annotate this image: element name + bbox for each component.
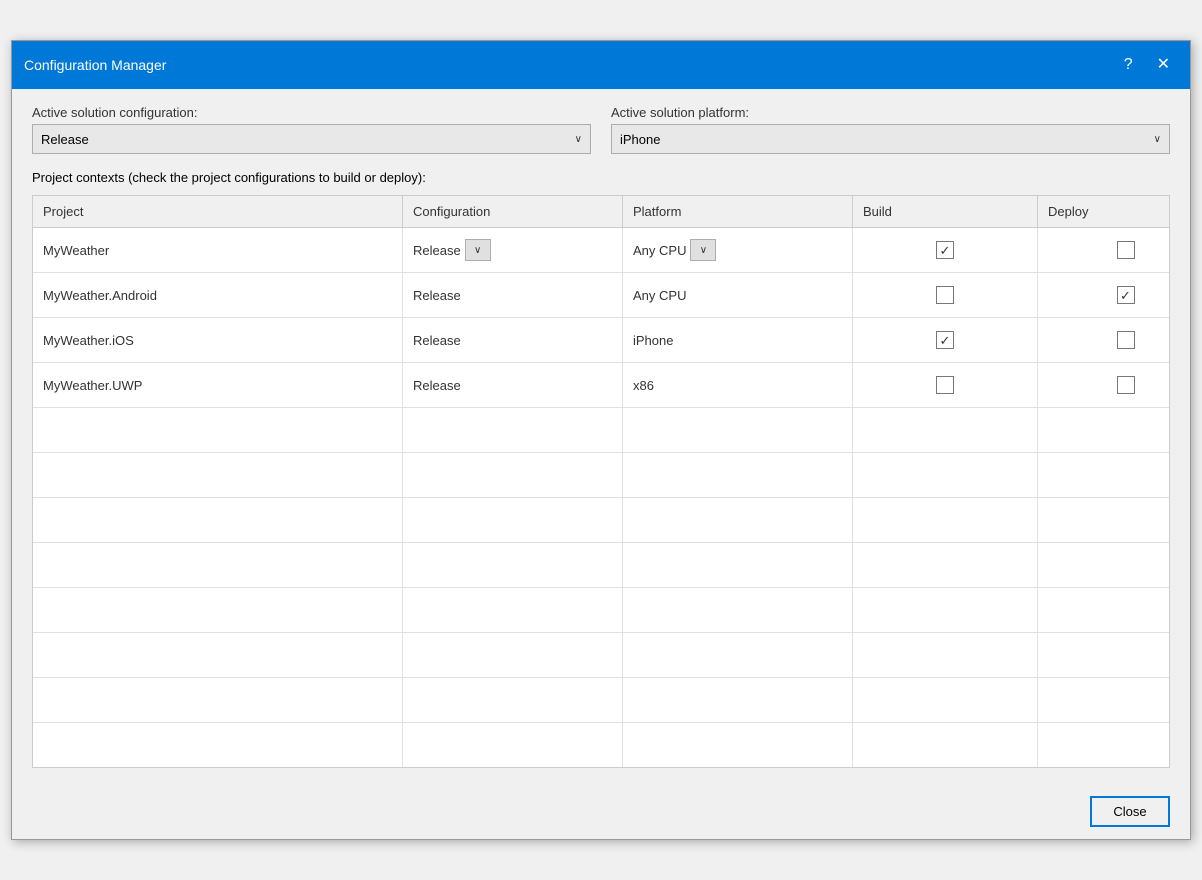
solution-platform-group: Active solution platform: iPhone ∨	[611, 105, 1170, 154]
solution-config-label: Active solution configuration:	[32, 105, 591, 120]
solution-platform-chevron-icon: ∨	[1154, 134, 1161, 145]
config-value: Release	[413, 333, 461, 348]
table-row-empty	[33, 498, 1169, 543]
platform-value: Any CPU	[633, 243, 686, 258]
config-value: Release	[413, 378, 461, 393]
platform-inline-dropdown: Any CPU ∨	[633, 239, 716, 261]
project-contexts-table: Project Configuration Platform Build Dep…	[32, 195, 1170, 768]
title-bar-left: Configuration Manager	[24, 57, 166, 73]
config-cell: Release	[403, 363, 623, 407]
project-name: MyWeather.iOS	[33, 318, 403, 362]
col-build: Build	[853, 196, 1038, 227]
config-value: Release	[413, 243, 461, 258]
context-label: Project contexts (check the project conf…	[32, 170, 1170, 185]
top-row: Active solution configuration: Release ∨…	[32, 105, 1170, 154]
title-bar-controls: ? ✕	[1116, 53, 1178, 77]
platform-value: Any CPU	[633, 288, 686, 303]
deploy-cell	[1038, 273, 1202, 317]
build-cell	[853, 273, 1038, 317]
config-cell: Release	[403, 318, 623, 362]
project-name: MyWeather.Android	[33, 273, 403, 317]
platform-dropdown-btn[interactable]: ∨	[690, 239, 716, 261]
deploy-checkbox[interactable]	[1117, 376, 1135, 394]
platform-value: iPhone	[633, 333, 673, 348]
deploy-checkbox[interactable]	[1117, 286, 1135, 304]
table-row: MyWeather.Android Release Any CPU	[33, 273, 1169, 318]
build-checkbox[interactable]	[936, 241, 954, 259]
table-row: MyWeather.UWP Release x86	[33, 363, 1169, 408]
table-row-empty	[33, 588, 1169, 633]
table-row-empty	[33, 723, 1169, 767]
dialog-title: Configuration Manager	[24, 57, 166, 73]
solution-config-dropdown[interactable]: Release ∨	[32, 124, 591, 154]
platform-value: x86	[633, 378, 654, 393]
help-button[interactable]: ?	[1116, 53, 1141, 77]
window-close-button[interactable]: ✕	[1149, 53, 1178, 77]
config-cell: Release	[403, 273, 623, 317]
build-cell	[853, 363, 1038, 407]
close-button[interactable]: Close	[1090, 796, 1170, 827]
deploy-cell	[1038, 363, 1202, 407]
deploy-checkbox[interactable]	[1117, 331, 1135, 349]
solution-config-group: Active solution configuration: Release ∨	[32, 105, 591, 154]
build-cell	[853, 318, 1038, 362]
solution-platform-dropdown[interactable]: iPhone ∨	[611, 124, 1170, 154]
solution-platform-value: iPhone	[620, 132, 660, 147]
project-name: MyWeather.UWP	[33, 363, 403, 407]
platform-cell: Any CPU ∨	[623, 228, 853, 272]
deploy-cell	[1038, 318, 1202, 362]
col-deploy: Deploy	[1038, 196, 1202, 227]
config-dropdown-btn[interactable]: ∨	[465, 239, 491, 261]
build-checkbox[interactable]	[936, 286, 954, 304]
solution-platform-label: Active solution platform:	[611, 105, 1170, 120]
table-row-empty	[33, 678, 1169, 723]
deploy-checkbox[interactable]	[1117, 241, 1135, 259]
col-platform: Platform	[623, 196, 853, 227]
col-project: Project	[33, 196, 403, 227]
deploy-cell	[1038, 228, 1202, 272]
title-bar: Configuration Manager ? ✕	[12, 41, 1190, 89]
solution-config-chevron-icon: ∨	[575, 134, 582, 145]
config-cell: Release ∨	[403, 228, 623, 272]
table-row-empty	[33, 453, 1169, 498]
table-row: MyWeather Release ∨ Any CPU ∨	[33, 228, 1169, 273]
config-inline-dropdown: Release ∨	[413, 239, 491, 261]
table-row: MyWeather.iOS Release iPhone	[33, 318, 1169, 363]
platform-cell: iPhone	[623, 318, 853, 362]
dialog-footer: Close	[12, 784, 1190, 839]
build-cell	[853, 228, 1038, 272]
solution-config-value: Release	[41, 132, 89, 147]
table-row-empty	[33, 543, 1169, 588]
configuration-manager-dialog: Configuration Manager ? ✕ Active solutio…	[11, 40, 1191, 840]
table-row-empty	[33, 408, 1169, 453]
build-checkbox[interactable]	[936, 331, 954, 349]
table-row-empty	[33, 633, 1169, 678]
config-value: Release	[413, 288, 461, 303]
table-header: Project Configuration Platform Build Dep…	[33, 196, 1169, 228]
platform-cell: x86	[623, 363, 853, 407]
platform-cell: Any CPU	[623, 273, 853, 317]
project-name: MyWeather	[33, 228, 403, 272]
dialog-content: Active solution configuration: Release ∨…	[12, 89, 1190, 784]
build-checkbox[interactable]	[936, 376, 954, 394]
col-configuration: Configuration	[403, 196, 623, 227]
